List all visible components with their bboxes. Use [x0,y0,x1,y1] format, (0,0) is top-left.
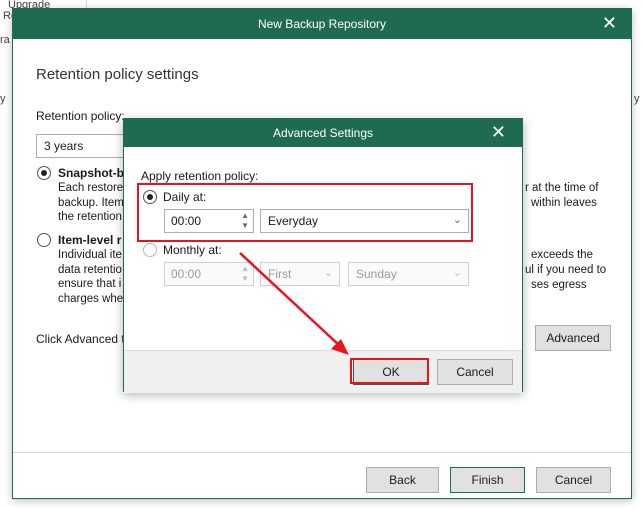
annotation-arrow-icon [239,252,349,355]
